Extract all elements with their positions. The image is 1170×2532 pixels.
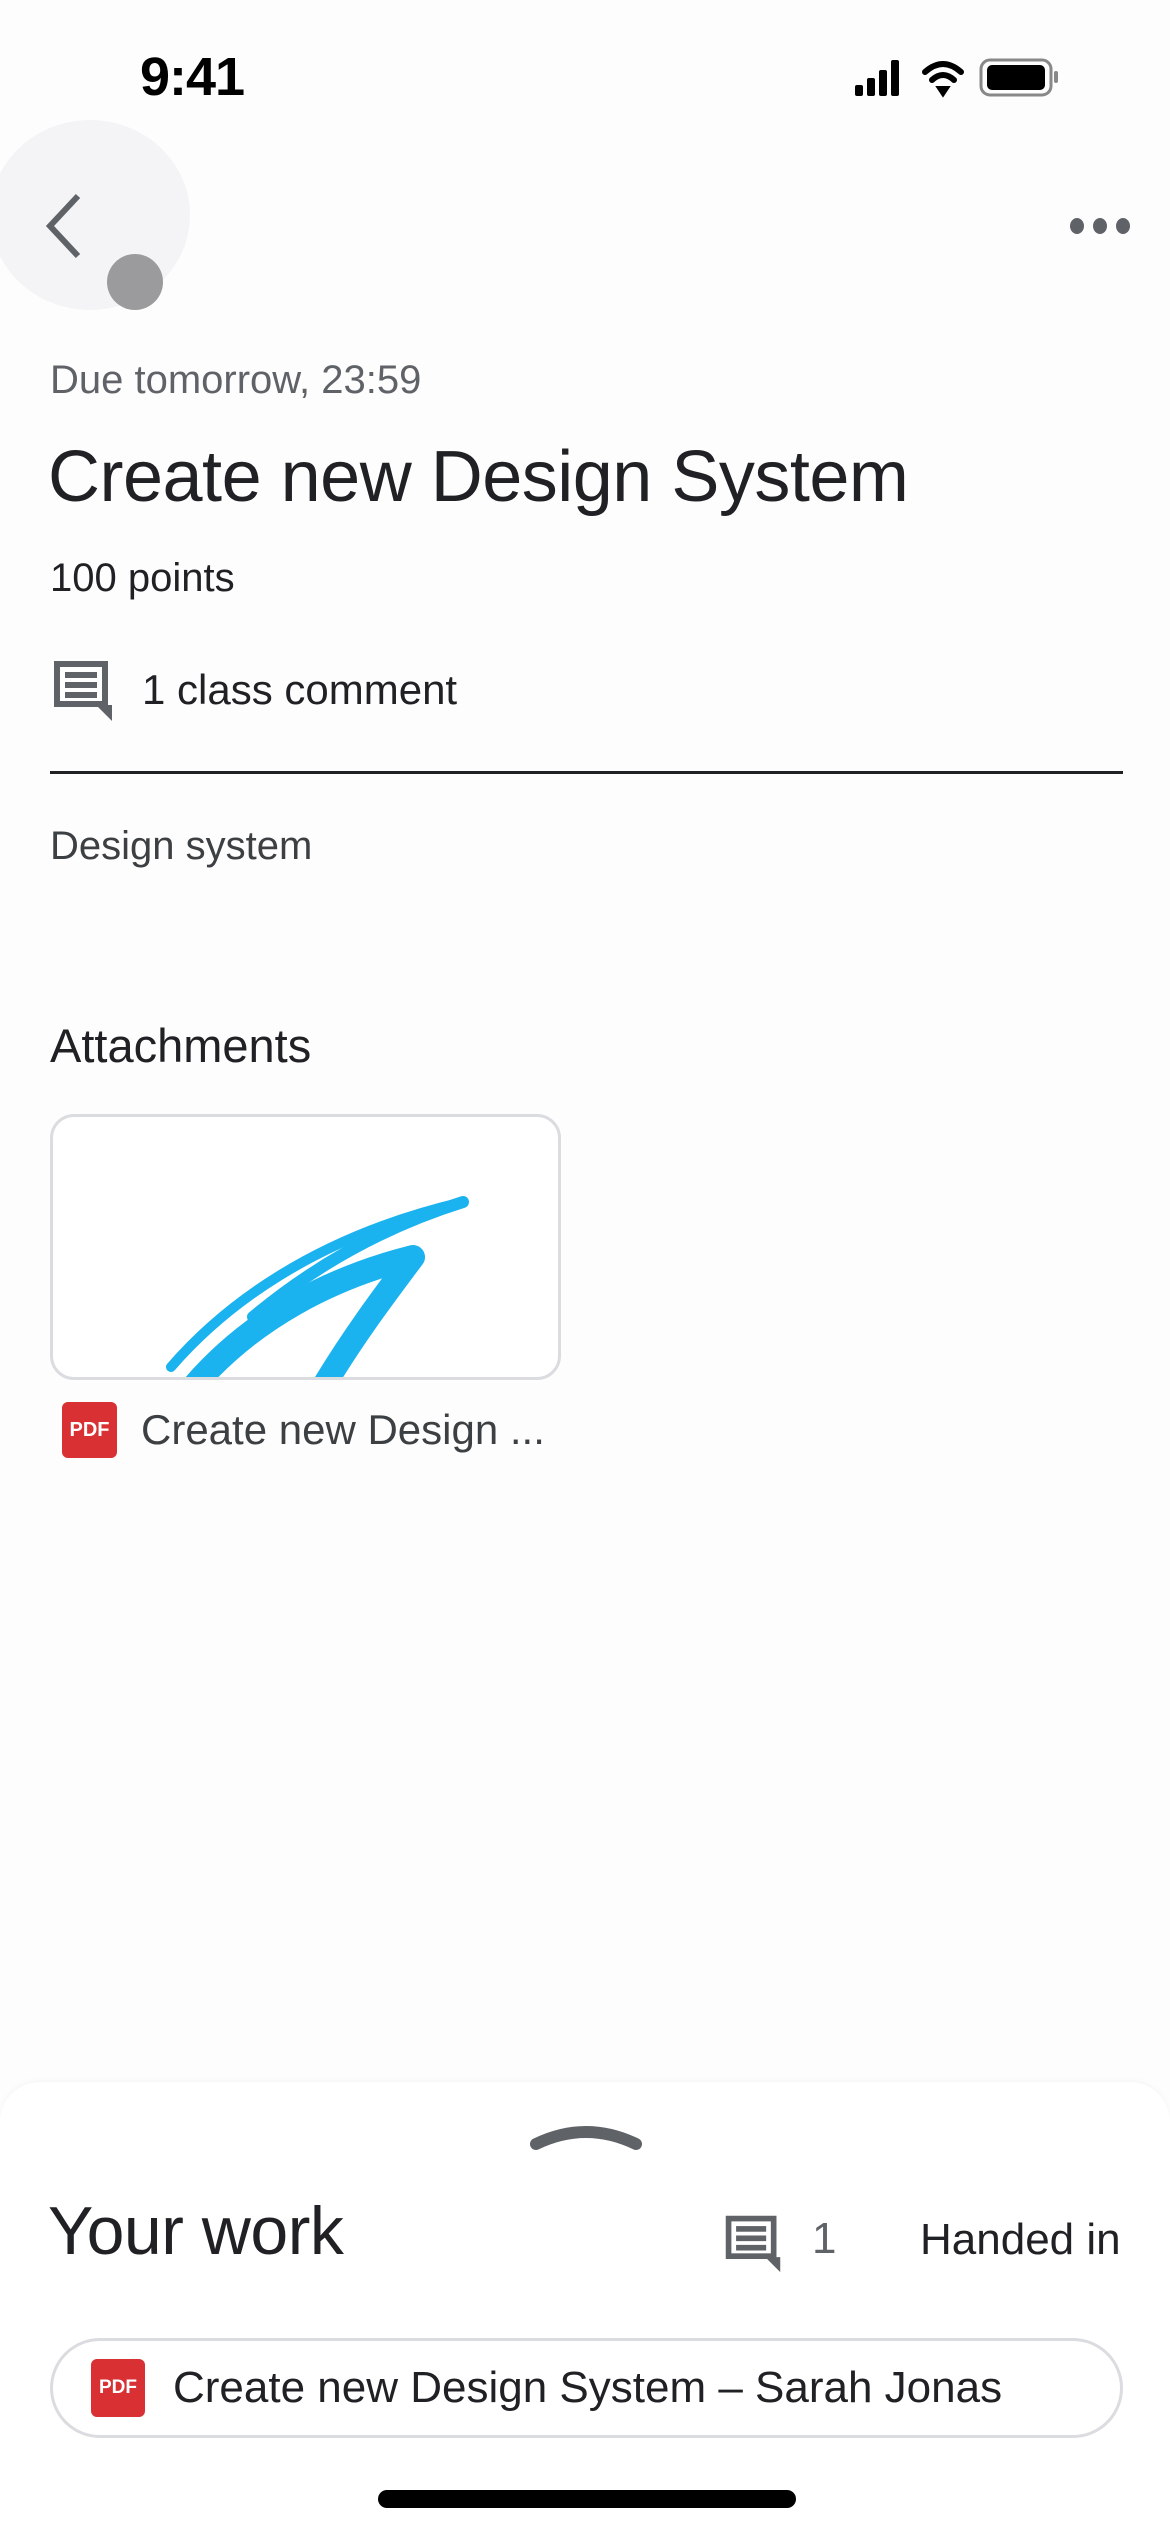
divider <box>50 771 1123 774</box>
comment-icon <box>54 661 112 721</box>
class-comments-link[interactable]: 1 class comment <box>50 655 457 725</box>
chevron-left-icon <box>45 193 81 259</box>
assignment-description: Design system <box>50 824 313 868</box>
expand-sheet-handle[interactable] <box>528 2118 644 2152</box>
due-date: Due tomorrow, 23:59 <box>50 358 422 402</box>
more-dot <box>1093 218 1107 234</box>
submitted-file-name: Create new Design System – Sarah Jonas <box>173 2363 1003 2412</box>
attachment-thumbnail[interactable] <box>50 1114 561 1380</box>
attachments-heading: Attachments <box>50 1019 312 1072</box>
status-icons <box>855 58 1058 98</box>
private-comment-icon[interactable] <box>722 2210 784 2276</box>
cellular-signal-icon <box>855 60 899 96</box>
status-badge: Handed in <box>920 2215 1121 2264</box>
touch-indicator <box>107 254 163 310</box>
back-button[interactable] <box>40 190 100 262</box>
status-time: 9:41 <box>140 47 245 107</box>
chevron-up-icon <box>530 2126 642 2150</box>
class-comments-label: 1 class comment <box>142 666 458 713</box>
more-horizontal-icon <box>1070 218 1084 234</box>
home-indicator[interactable] <box>378 2490 796 2508</box>
pdf-icon: PDF <box>62 1402 117 1458</box>
points: 100 points <box>50 556 235 600</box>
battery-icon <box>979 58 1058 97</box>
page-title: Create new Design System <box>48 437 909 517</box>
submitted-file-chip[interactable]: PDF Create new Design System – Sarah Jon… <box>50 2338 1123 2438</box>
more-options-button[interactable] <box>1070 208 1130 244</box>
private-comment-count: 1 <box>812 2214 837 2263</box>
attachment-file[interactable]: PDF Create new Design ... <box>62 1400 545 1460</box>
thumbnail-scribble-image <box>166 1196 469 1377</box>
wifi-icon <box>922 61 964 98</box>
pdf-icon: PDF <box>91 2359 145 2417</box>
attachment-name: Create new Design ... <box>141 1406 545 1453</box>
more-dot <box>1116 218 1130 234</box>
your-work-heading: Your work <box>48 2193 344 2269</box>
